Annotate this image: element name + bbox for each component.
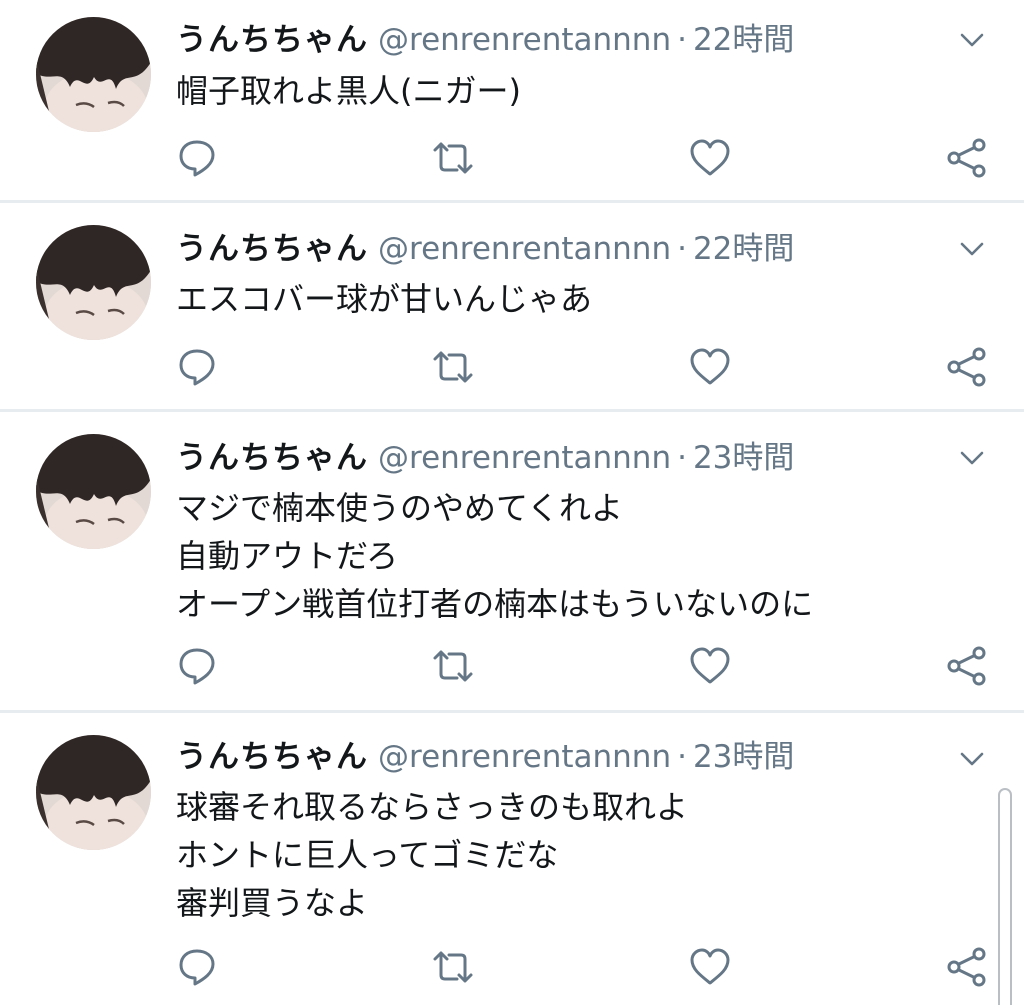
user-handle[interactable]: @renrenrentannnn [378,231,671,267]
display-name[interactable]: うんちちゃん [176,739,368,775]
avatar[interactable] [36,225,151,340]
separator: · [677,22,687,58]
tweet-actions [0,644,1024,690]
share-icon[interactable] [945,345,989,389]
tweet-text-line: マジで楠本使うのやめてくれよ [176,489,624,527]
timestamp[interactable]: 23時間 [693,739,794,775]
avatar[interactable] [36,434,151,549]
tweet-header: うんちちゃん @renrenrentannnn · 23時間 [176,436,794,480]
tweet[interactable]: うんちちゃん @renrenrentannnn · 23時間 マジで楠本使うのやめてく… [0,412,1024,710]
display-name[interactable]: うんちちゃん [176,22,368,58]
scrollbar[interactable] [998,788,1012,1005]
tweet-header: うんちちゃん @renrenrentannnn · 22時間 [176,18,794,62]
chevron-down-icon[interactable] [956,446,988,470]
timestamp[interactable]: 22時間 [693,22,794,58]
avatar[interactable] [36,735,151,850]
retweet-icon[interactable] [431,945,475,989]
heart-icon[interactable] [688,136,732,180]
separator: · [677,231,687,267]
chevron-down-icon[interactable] [956,747,988,771]
chevron-down-icon[interactable] [956,237,988,261]
tweet-text-line: ホントに巨人ってゴミだな [176,836,559,874]
retweet-icon[interactable] [431,644,475,688]
tweet-text: マジで楠本使うのやめてくれよ 自動アウトだろ オープン戦首位打者の楠本はもういな… [176,484,813,628]
retweet-icon[interactable] [431,345,475,389]
display-name[interactable]: うんちちゃん [176,231,368,267]
share-icon[interactable] [945,644,989,688]
tweet[interactable]: うんちちゃん @renrenrentannnn · 22時間 帽子取れよ黒人(ニガー) [0,0,1024,200]
reply-icon[interactable] [175,345,219,389]
display-name[interactable]: うんちちゃん [176,440,368,476]
tweet-text: 帽子取れよ黒人(ニガー) [176,67,521,115]
tweet-text-line: 球審それ取るならさっきのも取れよ [176,788,689,826]
tweet[interactable]: うんちちゃん @renrenrentannnn · 22時間 エスコバー球が甘いんじゃ… [0,203,1024,409]
tweet-text-line: エスコバー球が甘いんじゃあ [176,280,593,318]
separator: · [677,739,687,775]
tweet-header: うんちちゃん @renrenrentannnn · 22時間 [176,227,794,271]
timestamp[interactable]: 22時間 [693,231,794,267]
heart-icon[interactable] [688,644,732,688]
timestamp[interactable]: 23時間 [693,440,794,476]
tweet-text-line: オープン戦首位打者の楠本はもういないのに [176,585,814,623]
heart-icon[interactable] [688,345,732,389]
tweet-actions [0,136,1024,182]
retweet-icon[interactable] [431,136,475,180]
tweet[interactable]: うんちちゃん @renrenrentannnn · 23時間 球審それ取るならさっきの… [0,713,1024,1005]
tweet-text-line: 自動アウトだろ [176,537,399,575]
user-handle[interactable]: @renrenrentannnn [378,739,671,775]
reply-icon[interactable] [175,945,219,989]
chevron-down-icon[interactable] [956,28,988,52]
user-handle[interactable]: @renrenrentannnn [378,440,671,476]
avatar[interactable] [36,17,151,132]
share-icon[interactable] [945,136,989,180]
tweet-header: うんちちゃん @renrenrentannnn · 23時間 [176,735,794,779]
separator: · [677,440,687,476]
tweet-text-line: 帽子取れよ黒人(ニガー) [176,72,521,110]
heart-icon[interactable] [688,945,732,989]
tweet-text: エスコバー球が甘いんじゃあ [176,275,592,323]
share-icon[interactable] [945,945,989,989]
reply-icon[interactable] [175,136,219,180]
tweet-text: 球審それ取るならさっきのも取れよ ホントに巨人ってゴミだな 審判買うなよ [176,783,688,927]
timeline: うんちちゃん @renrenrentannnn · 22時間 帽子取れよ黒人(ニガー) [0,0,1024,1005]
user-handle[interactable]: @renrenrentannnn [378,22,671,58]
tweet-text-line: 審判買うなよ [176,884,369,922]
reply-icon[interactable] [175,644,219,688]
tweet-actions [0,345,1024,391]
tweet-actions [0,945,1024,991]
